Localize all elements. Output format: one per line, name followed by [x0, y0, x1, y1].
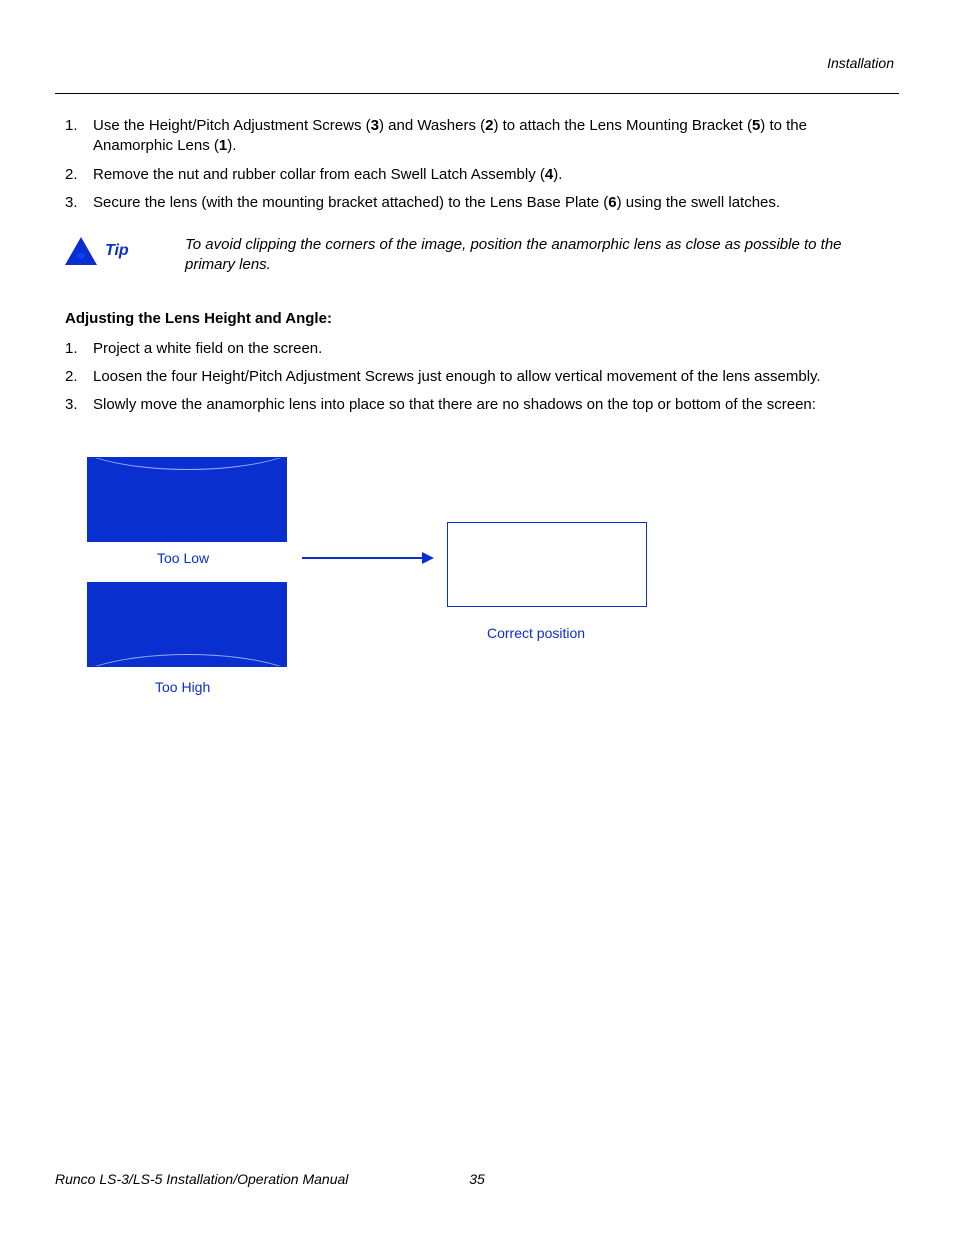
diagram-too-high-rect [87, 582, 287, 667]
text: Remove the nut and rubber collar from ea… [93, 166, 545, 183]
footer-page-number: 35 [469, 1171, 485, 1187]
tip-icon-wrap: Tip [65, 235, 185, 265]
text: ). [553, 166, 562, 183]
steps-list-b: Project a white field on the screen. Loo… [65, 339, 869, 416]
text: ) to attach the Lens Mounting Bracket ( [493, 117, 751, 134]
step-a-3: Secure the lens (with the mounting brack… [65, 193, 869, 213]
header-rule [55, 93, 899, 94]
text: Use the Height/Pitch Adjustment Screws ( [93, 117, 371, 134]
diagram-too-low-rect [87, 457, 287, 542]
text: ). [227, 137, 236, 154]
tip-text: To avoid clipping the corners of the ima… [185, 235, 869, 276]
ref-num: 6 [608, 194, 616, 211]
arrow-icon [302, 557, 432, 559]
step-a-1: Use the Height/Pitch Adjustment Screws (… [65, 116, 869, 157]
subheading: Adjusting the Lens Height and Angle: [65, 310, 869, 327]
step-a-2: Remove the nut and rubber collar from ea… [65, 165, 869, 185]
text: ) and Washers ( [379, 117, 485, 134]
tip-label: Tip [105, 242, 129, 260]
diagram-correct-rect [447, 522, 647, 607]
ref-num: 4 [545, 166, 553, 183]
tip-triangle-icon [65, 237, 97, 265]
step-b-3: Slowly move the anamorphic lens into pla… [65, 395, 869, 415]
diagram-label-too-high: Too High [155, 679, 210, 695]
footer-title: Runco LS-3/LS-5 Installation/Operation M… [55, 1171, 348, 1187]
diagram-label-correct: Correct position [487, 625, 585, 641]
step-b-2: Loosen the four Height/Pitch Adjustment … [65, 367, 869, 387]
tip-callout: Tip To avoid clipping the corners of the… [65, 235, 869, 276]
step-b-1: Project a white field on the screen. [65, 339, 869, 359]
text: Secure the lens (with the mounting brack… [93, 194, 608, 211]
ref-num: 1 [219, 137, 227, 154]
ref-num: 3 [371, 117, 379, 134]
diagram-label-too-low: Too Low [157, 550, 209, 566]
text: ) using the swell latches. [617, 194, 780, 211]
steps-list-a: Use the Height/Pitch Adjustment Screws (… [65, 116, 869, 213]
page-footer: Runco LS-3/LS-5 Installation/Operation M… [55, 1171, 899, 1187]
section-header: Installation [55, 55, 899, 71]
lens-position-diagram: Too Low Too High Correct position [87, 457, 869, 717]
page-content: Use the Height/Pitch Adjustment Screws (… [55, 116, 899, 717]
